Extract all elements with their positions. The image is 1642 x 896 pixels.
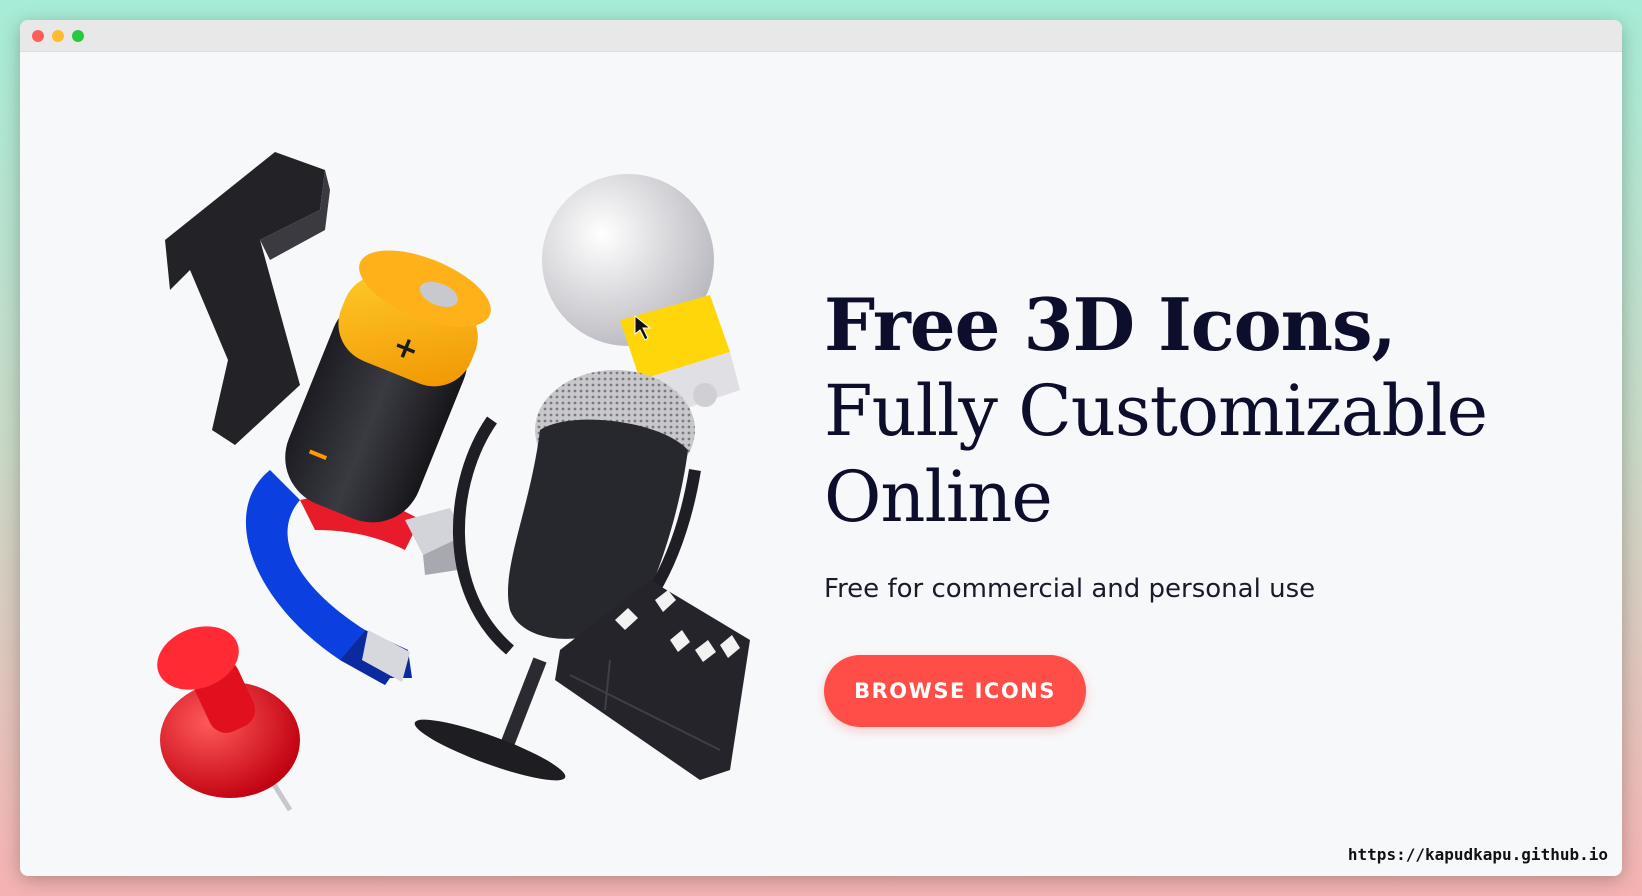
hero-text: Free 3D Icons, Fully Customizable Online… <box>824 282 1584 604</box>
close-window-button[interactable] <box>32 30 44 42</box>
page-title: Free 3D Icons, Fully Customizable Online <box>824 282 1584 540</box>
headline-line-2: Fully Customizable <box>824 370 1488 452</box>
browser-window: + Free 3D Icons, Fully Customizable Onli… <box>20 20 1622 876</box>
minimize-window-button[interactable] <box>52 30 64 42</box>
headline-line-3: Online <box>824 456 1053 538</box>
window-titlebar <box>20 20 1622 52</box>
push-pin-icon <box>157 626 300 812</box>
hero-illustration: + <box>157 152 750 812</box>
headline-line-1: Free 3D Icons, <box>824 282 1397 367</box>
site-url: https://kapudkapu.github.io <box>1347 845 1608 864</box>
maximize-window-button[interactable] <box>72 30 84 42</box>
browse-icons-button[interactable]: BROWSE ICONS <box>824 655 1086 727</box>
hero-subtitle: Free for commercial and personal use <box>824 574 1316 604</box>
